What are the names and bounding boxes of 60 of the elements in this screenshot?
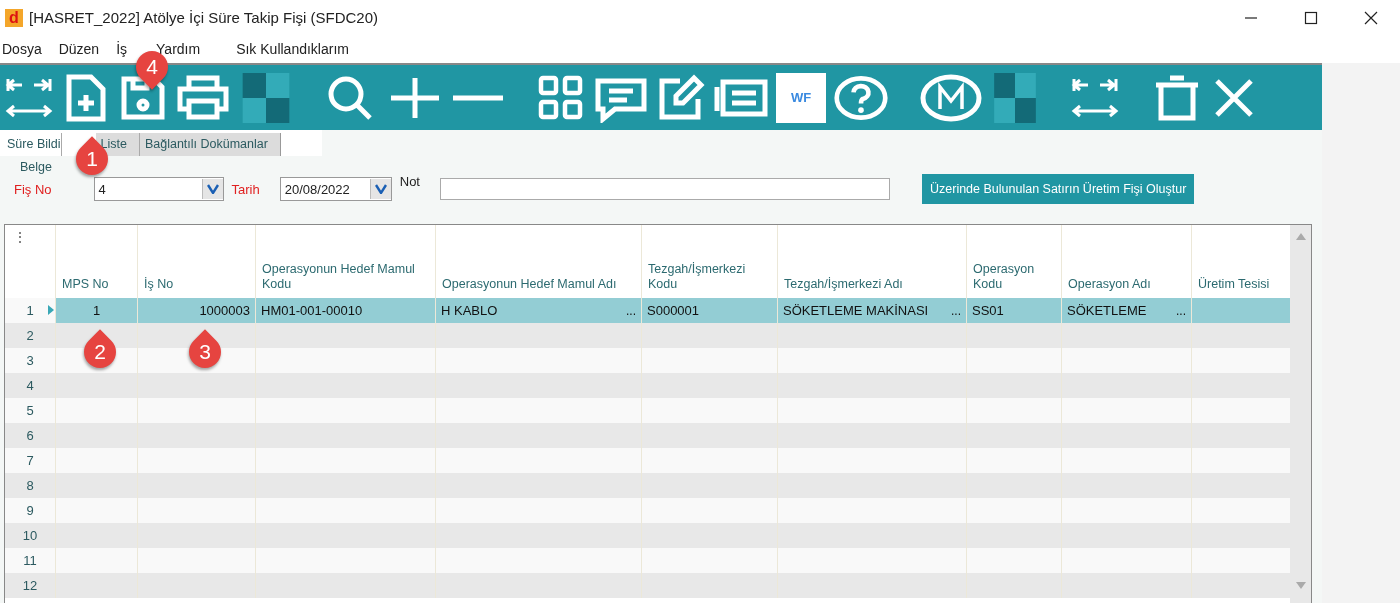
scrollbar[interactable] bbox=[1290, 225, 1311, 603]
close-icon[interactable] bbox=[1364, 10, 1378, 25]
table-cell: 1000003 bbox=[199, 303, 250, 318]
table-cell: HM01-001-00010 bbox=[261, 303, 363, 318]
table-row[interactable]: 12 bbox=[5, 573, 1290, 598]
field-label: Fiş No bbox=[14, 181, 52, 197]
row-number: 12 bbox=[21, 577, 39, 595]
row-number: 3 bbox=[25, 352, 35, 370]
row-number: 11 bbox=[22, 552, 38, 570]
row-indicator-icon bbox=[48, 305, 54, 315]
row-number: 4 bbox=[25, 377, 35, 395]
create-production-slip-button[interactable]: Üzerinde Bulunulan Satırın Üretim Fişi Oluştur bbox=[922, 174, 1195, 204]
menu-item[interactable]: Yardım bbox=[156, 41, 201, 57]
table-cell: 1 bbox=[92, 303, 101, 318]
maximize-icon[interactable] bbox=[1304, 10, 1318, 25]
row-number: 2 bbox=[25, 327, 35, 345]
table-row[interactable]: 4 bbox=[5, 373, 1290, 398]
workflow-button[interactable]: WF bbox=[776, 72, 826, 123]
table-cell: SS01 bbox=[972, 303, 1004, 318]
row-number: 9 bbox=[25, 502, 35, 520]
menu-item[interactable]: Sık Kullandıklarım bbox=[236, 41, 349, 57]
menu-item[interactable]: Dosya bbox=[2, 41, 42, 57]
table-row[interactable]: 10 bbox=[5, 523, 1290, 548]
chevron-icon bbox=[374, 184, 387, 194]
lookup-button[interactable]: ... bbox=[626, 303, 636, 318]
date-dropdown[interactable]: 20/08/2022 bbox=[279, 177, 392, 201]
scroll-up-icon[interactable] bbox=[1295, 233, 1306, 240]
menu-item[interactable]: Düzen bbox=[58, 41, 100, 57]
lookup-button[interactable]: ... bbox=[951, 303, 961, 318]
table-cell: SÖKETLEME MAKİNASI bbox=[783, 303, 929, 318]
app-logo: d bbox=[5, 8, 23, 27]
table-cell: H KABLO bbox=[441, 303, 498, 318]
table-cell: S000001 bbox=[647, 303, 700, 318]
row-number: 5 bbox=[25, 402, 35, 420]
row-number: 6 bbox=[25, 427, 35, 445]
lookup-button[interactable]: ... bbox=[1176, 303, 1186, 318]
chevron-icon bbox=[206, 184, 219, 194]
row-number: 8 bbox=[25, 477, 35, 495]
column-menu-icon[interactable]: ⋮ bbox=[5, 225, 55, 298]
row-number: 7 bbox=[25, 452, 35, 470]
table-row[interactable]: 8 bbox=[5, 473, 1290, 498]
row-number: 1 bbox=[5, 298, 55, 323]
table-row[interactable]: 7 bbox=[5, 448, 1290, 473]
group-label: Belge bbox=[20, 160, 53, 174]
field-label: Tarih bbox=[231, 181, 260, 197]
table-row[interactable]: 1 1 1000003 HM01-001-00010 H KABLO ... S000001 SÖKETLEME MAKİNASI ... SS01 SÖKETLEME ... bbox=[5, 298, 1290, 323]
fis-no-dropdown[interactable]: 4 bbox=[93, 177, 224, 201]
row-number: 10 bbox=[21, 527, 39, 545]
table-row[interactable]: 5 bbox=[5, 398, 1290, 423]
table-cell: SÖKETLEME bbox=[1067, 303, 1147, 318]
table-row[interactable]: 6 bbox=[5, 423, 1290, 448]
menu-item[interactable]: İş bbox=[116, 41, 128, 57]
window-title: [HASRET_2022] Atölye İçi Süre Takip Fişi (SFDC20) bbox=[29, 9, 379, 26]
m-circle-icon[interactable] bbox=[919, 72, 983, 123]
table-row[interactable]: 11 bbox=[5, 548, 1290, 573]
table-row[interactable]: 9 bbox=[5, 498, 1290, 523]
field-label: Not bbox=[399, 174, 420, 189]
note-field[interactable] bbox=[440, 178, 890, 200]
tab[interactable]: Bağlantılı Dokümanlar bbox=[139, 133, 281, 156]
scroll-down-icon[interactable] bbox=[1295, 582, 1306, 589]
